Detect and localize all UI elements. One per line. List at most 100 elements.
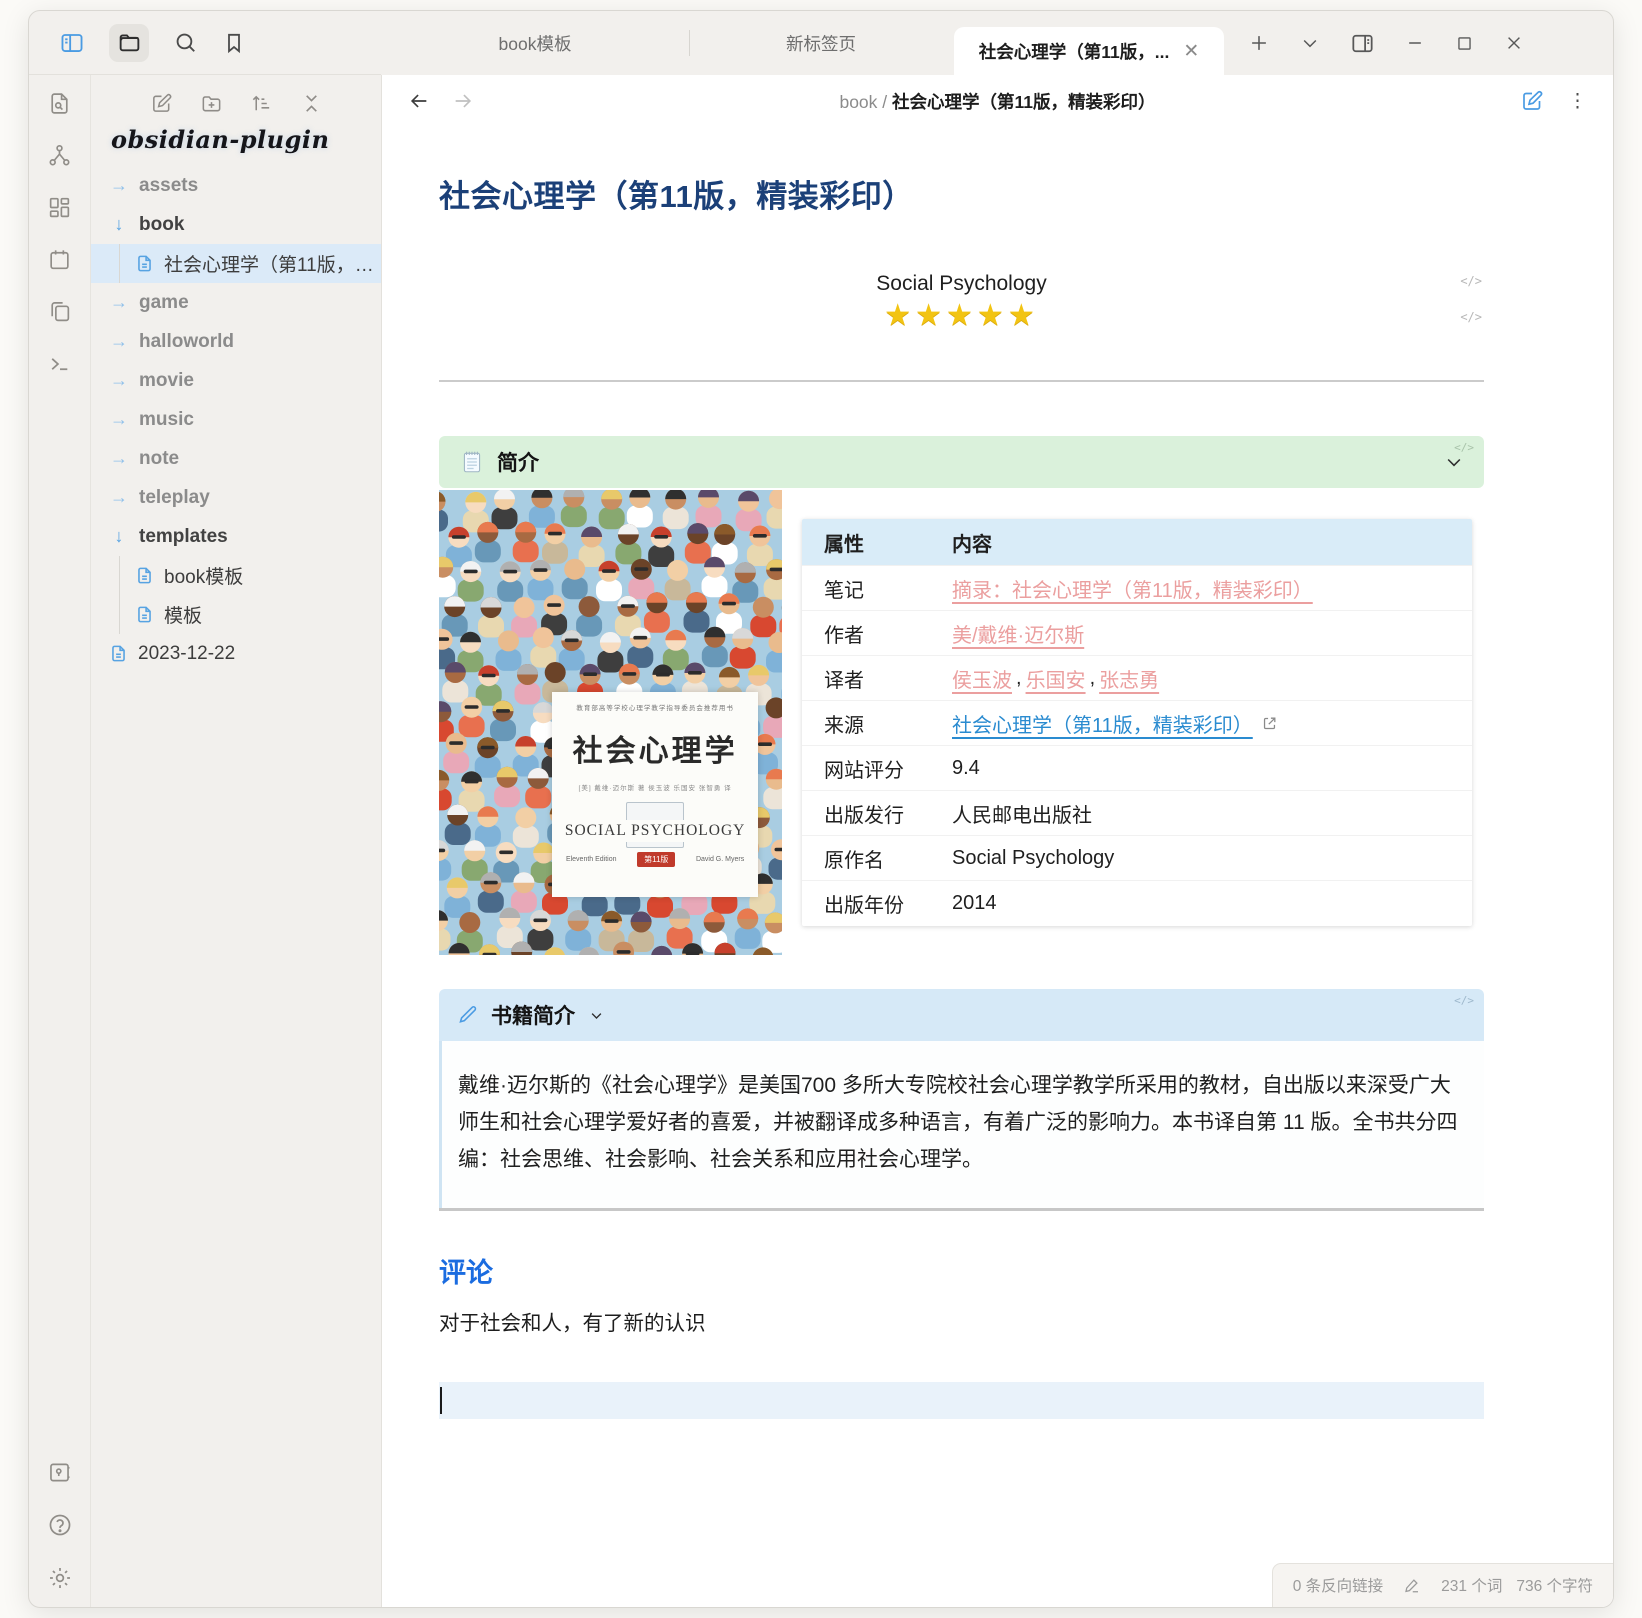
summary-callout-body: 戴维·迈尔斯的《社会心理学》是美国700 多所大专院校社会心理学教学所采用的教材…: [439, 1041, 1484, 1208]
breadcrumb-folder[interactable]: book: [839, 92, 877, 112]
backlinks-count[interactable]: 0 条反向链接: [1293, 1574, 1383, 1596]
internal-link[interactable]: 张志勇: [1099, 664, 1159, 693]
tab-social-psychology[interactable]: 社会心理学（第11版，... ✕: [954, 27, 1224, 75]
arrow-right-icon[interactable]: →: [109, 370, 129, 391]
folder-label: movie: [139, 370, 194, 392]
arrow-right-icon[interactable]: →: [109, 448, 129, 469]
folder-icon: [117, 30, 142, 55]
explorer-folder-music[interactable]: →music: [91, 400, 381, 439]
calendar-icon[interactable]: [47, 247, 72, 272]
intro-callout-header[interactable]: 简介 </>: [439, 436, 1484, 488]
edit-block-button[interactable]: </>: [1454, 441, 1474, 454]
explorer-folder-teleplay[interactable]: → teleplay: [91, 478, 381, 517]
internal-link[interactable]: 侯玉波: [952, 664, 1012, 693]
terminal-icon[interactable]: [47, 351, 72, 376]
file-search-icon[interactable]: [47, 91, 72, 116]
property-value: 摘录：社会心理学（第11版，精装彩印）: [952, 574, 1472, 603]
editor-active-line[interactable]: [439, 1382, 1484, 1419]
more-options-icon[interactable]: ⋮: [1568, 90, 1587, 113]
arrow-down-icon[interactable]: ↓: [109, 214, 129, 235]
editor-pane: book / 社会心理学（第11版，精装彩印） ⋮ 社会心理学（第11版，精装彩…: [381, 75, 1613, 1607]
tab-list-chevron-icon[interactable]: [1300, 33, 1320, 53]
arrow-right-icon[interactable]: →: [109, 331, 129, 352]
explorer-tab-button[interactable]: [109, 24, 149, 62]
explorer-header: [91, 75, 381, 119]
vault-title[interactable]: obsidian-plugin: [91, 119, 381, 158]
internal-link[interactable]: 摘录：社会心理学（第11版，精装彩印）: [952, 574, 1313, 603]
arrow-right-icon[interactable]: →: [109, 409, 129, 430]
file-tree: →assets↓book社会心理学（第11版，…→game→halloworld…: [91, 166, 381, 1607]
explorer-folder-book[interactable]: ↓book: [91, 205, 381, 244]
table-row: 网站评分9.4: [802, 746, 1472, 791]
collapse-all-icon[interactable]: [300, 92, 323, 115]
external-link[interactable]: 社会心理学（第11版，精装彩印）: [952, 709, 1253, 738]
explorer-folder-halloworld[interactable]: →halloworld: [91, 322, 381, 361]
chevron-down-icon[interactable]: [1444, 452, 1464, 472]
back-arrow-icon[interactable]: [408, 90, 430, 112]
bookmarks-tab-button[interactable]: [222, 31, 246, 55]
explorer-file-book-template-file[interactable]: book模板: [91, 556, 381, 595]
property-value: 人民邮电出版社: [952, 799, 1472, 828]
tab-label: 新标签页: [786, 31, 856, 56]
property-key: 来源: [802, 709, 952, 738]
explorer-folder-movie[interactable]: → movie: [91, 361, 381, 400]
help-icon[interactable]: [47, 1512, 73, 1538]
minimize-icon[interactable]: [1405, 33, 1425, 53]
arrow-right-icon[interactable]: →: [109, 292, 129, 313]
internal-link[interactable]: 乐国安: [1026, 664, 1086, 693]
new-note-icon[interactable]: [150, 92, 173, 115]
maximize-icon[interactable]: [1455, 34, 1474, 53]
folder-label: note: [139, 448, 179, 470]
view-header: book / 社会心理学（第11版，精装彩印） ⋮: [382, 75, 1613, 127]
edit-block-button[interactable]: </>: [1454, 994, 1474, 1007]
property-key: 出版年份: [802, 889, 952, 918]
search-tab-button[interactable]: [173, 30, 198, 55]
value-text: ,: [1090, 667, 1096, 690]
book-cover-panel: 教育部高等学校心理学教学指导委员会推荐用书 社会心理学 [美] 戴维·迈尔斯 著…: [552, 692, 758, 897]
explorer-file-moban[interactable]: 模板: [91, 595, 381, 634]
chevron-down-icon[interactable]: [589, 1008, 604, 1023]
vault-icon[interactable]: [47, 1460, 72, 1485]
forward-arrow-icon[interactable]: [452, 90, 474, 112]
folder-label: templates: [139, 526, 228, 548]
edit-block-button[interactable]: </>: [1460, 274, 1482, 288]
cover-title-en: SOCIAL PSYCHOLOGY: [561, 820, 749, 842]
notepad-icon: [459, 449, 485, 475]
external-link-icon[interactable]: [1261, 715, 1278, 732]
intro-callout-title: 简介: [497, 447, 539, 477]
folder-label: teleplay: [139, 487, 210, 509]
arrow-right-icon[interactable]: →: [109, 175, 129, 196]
canvas-icon[interactable]: [47, 195, 72, 220]
explorer-file-daily-2023-12-22[interactable]: 2023-12-22: [91, 634, 381, 673]
close-icon[interactable]: [1504, 33, 1524, 53]
explorer-folder-assets[interactable]: →assets: [91, 166, 381, 205]
sort-icon[interactable]: [250, 92, 273, 115]
property-value: 美/戴维·迈尔斯: [952, 619, 1472, 648]
new-folder-icon[interactable]: [200, 92, 223, 115]
internal-link[interactable]: 美/戴维·迈尔斯: [952, 619, 1084, 648]
breadcrumb-title[interactable]: 社会心理学（第11版，精装彩印）: [892, 92, 1156, 112]
duplicate-icon[interactable]: [47, 299, 72, 324]
tab-book-template[interactable]: book模板: [381, 11, 689, 75]
settings-icon[interactable]: [47, 1565, 73, 1591]
explorer-folder-templates[interactable]: ↓ templates: [91, 517, 381, 556]
arrow-right-icon[interactable]: →: [109, 487, 129, 508]
table-header-key: 属性: [802, 528, 952, 557]
cover-title-cn: 社会心理学: [573, 726, 738, 770]
tab-close-icon[interactable]: ✕: [1183, 40, 1199, 63]
new-tab-plus-icon[interactable]: [1248, 32, 1270, 54]
sidebar-right-toggle-icon[interactable]: [1350, 31, 1375, 56]
rating-stars: ★★★★★: [439, 299, 1484, 332]
graph-icon[interactable]: [47, 143, 72, 168]
summary-callout-header[interactable]: 书籍简介 </>: [439, 989, 1484, 1041]
arrow-down-icon[interactable]: ↓: [109, 526, 129, 547]
tab-label: 社会心理学（第11版，...: [979, 39, 1170, 64]
tab-new-tab[interactable]: 新标签页: [690, 11, 952, 75]
edit-note-icon[interactable]: [1520, 89, 1544, 113]
edit-block-button[interactable]: </>: [1460, 310, 1482, 324]
explorer-folder-game[interactable]: →game: [91, 283, 381, 322]
sidebar-left-toggle-icon[interactable]: [59, 30, 85, 56]
value-text: 9.4: [952, 757, 980, 780]
explorer-file-shehuixinlixue[interactable]: 社会心理学（第11版，…: [91, 244, 381, 283]
explorer-folder-note[interactable]: → note: [91, 439, 381, 478]
